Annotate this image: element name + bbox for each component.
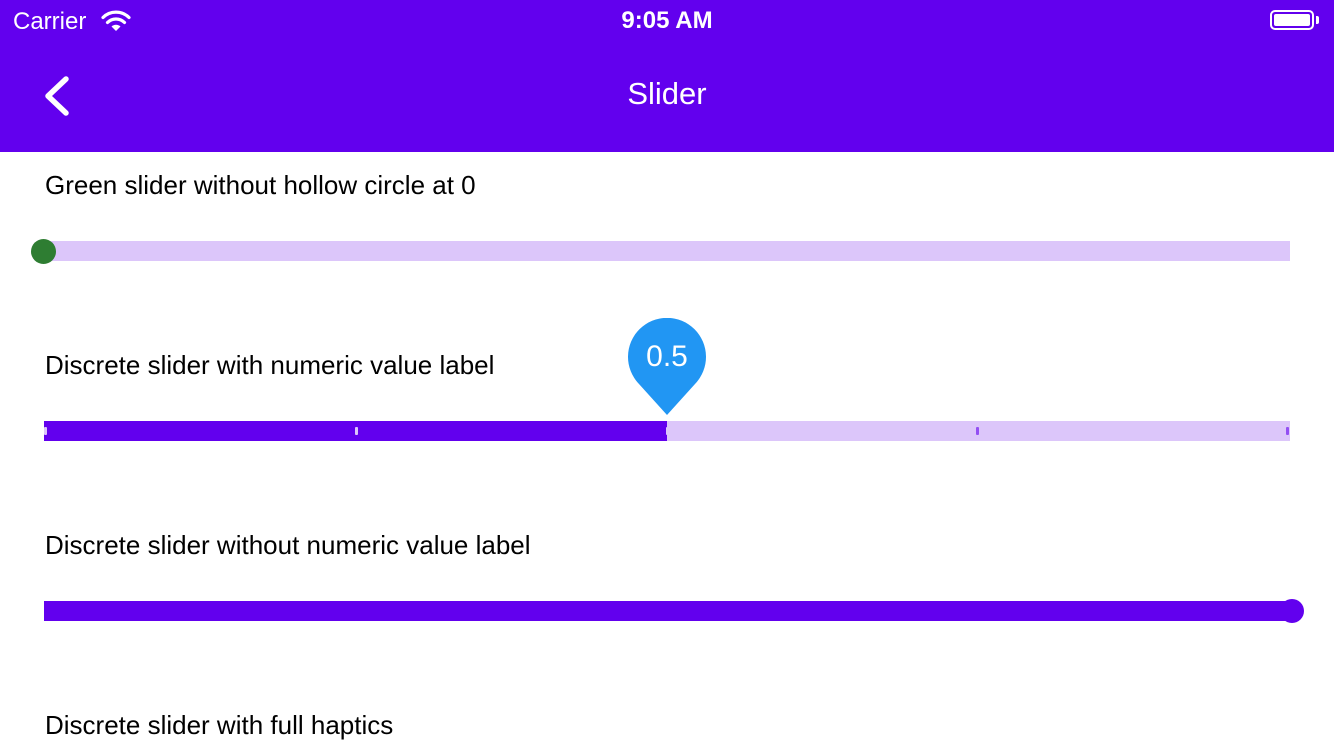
back-button[interactable] — [30, 70, 86, 126]
slider-tick — [1286, 427, 1289, 435]
app-bar: Slider — [0, 42, 1334, 152]
discrete-no-label-slider-label: Discrete slider without numeric value la… — [45, 530, 531, 560]
discrete-slider-track[interactable] — [44, 421, 1290, 441]
value-indicator-text: 0.5 — [646, 340, 688, 373]
chevron-left-icon — [45, 76, 69, 116]
value-indicator: 0.5 — [627, 317, 707, 418]
discrete-no-label-slider-thumb[interactable] — [1280, 599, 1304, 623]
discrete-no-label-slider-track[interactable] — [44, 599, 1304, 623]
status-time: 9:05 AM — [621, 7, 713, 34]
discrete-slider-label: Discrete slider with numeric value label — [45, 350, 495, 380]
slider-tick — [976, 427, 979, 435]
battery-tip — [1316, 16, 1319, 24]
haptics-slider-label: Discrete slider with full haptics — [45, 710, 394, 740]
slider-tick — [666, 427, 669, 435]
battery-icon — [1270, 10, 1314, 30]
status-bar: Carrier 9:05 AM — [0, 0, 1334, 42]
green-slider-thumb[interactable] — [31, 239, 56, 264]
page-title: Slider — [627, 76, 707, 111]
green-slider-track[interactable] — [31, 239, 1290, 264]
green-slider-label: Green slider without hollow circle at 0 — [45, 170, 476, 200]
slider-tick — [44, 427, 47, 435]
slider-tick — [355, 427, 358, 435]
